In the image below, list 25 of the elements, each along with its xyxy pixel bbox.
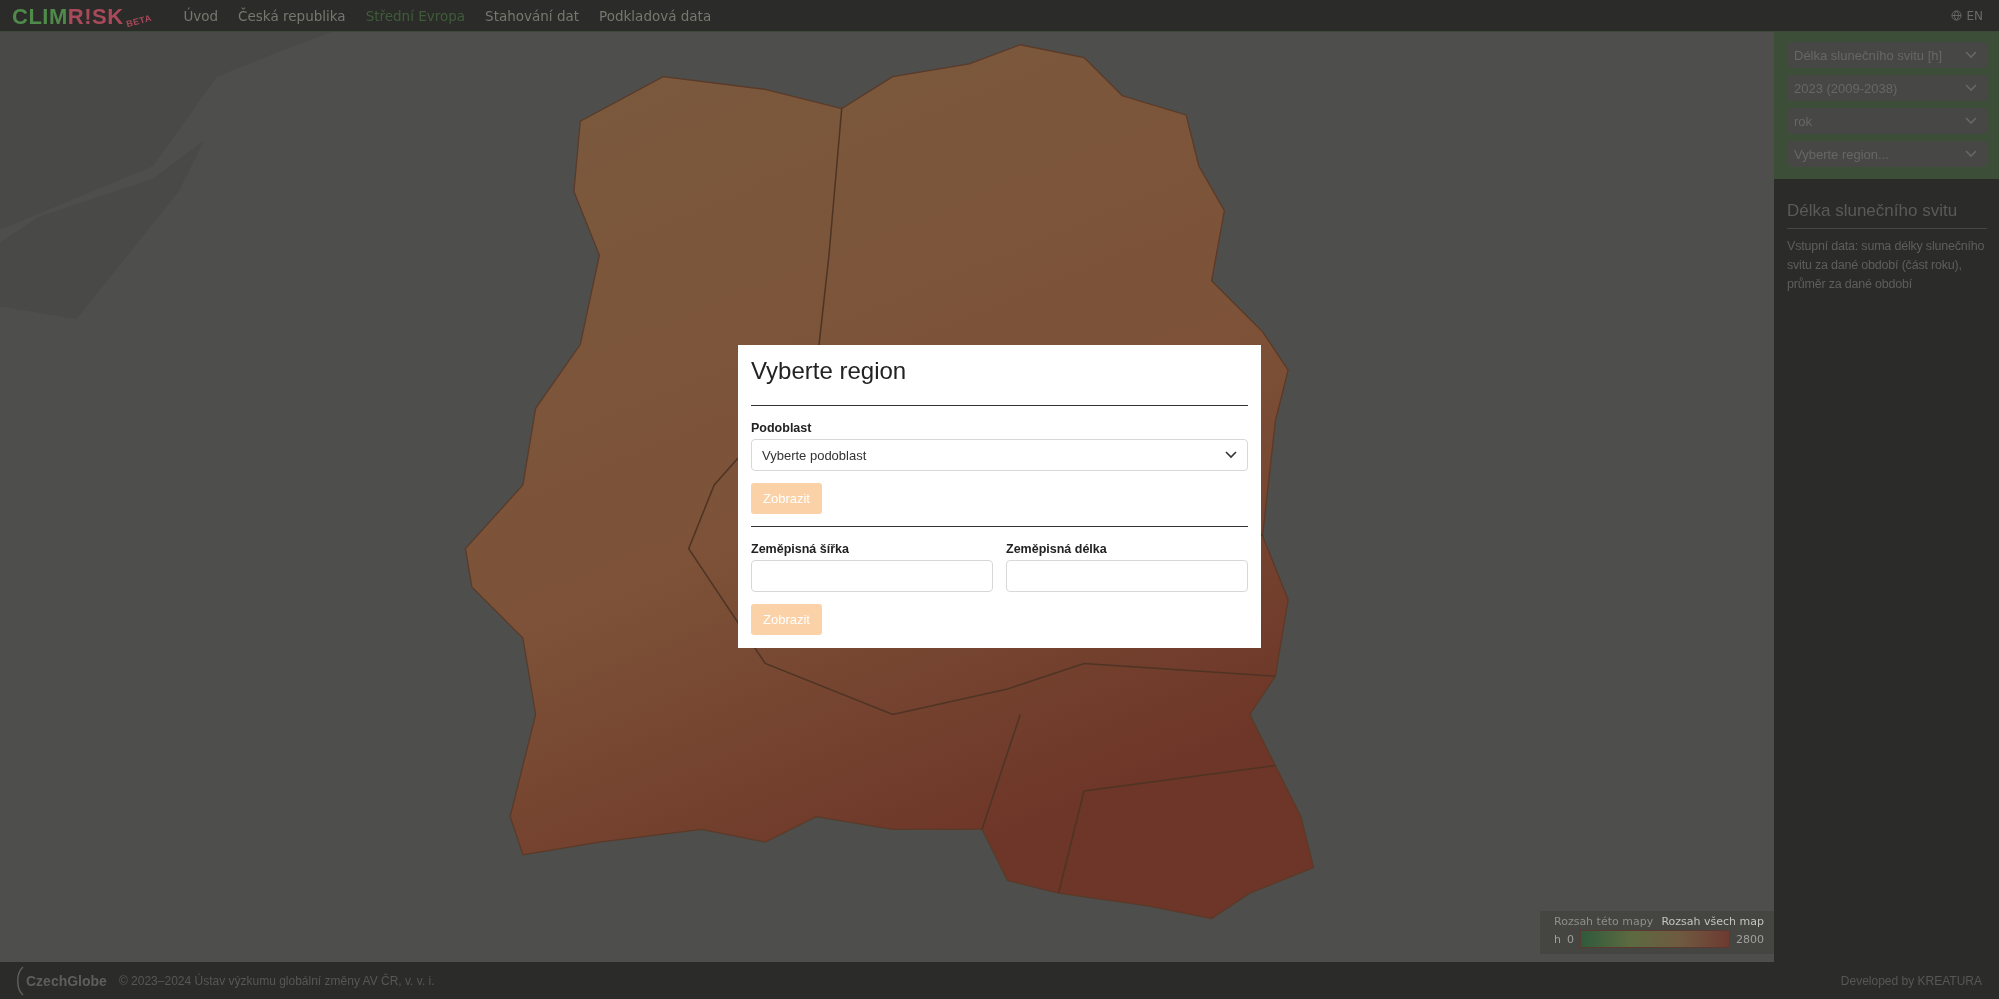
app-logo[interactable]: CLIMR!SK BETA [12,3,152,28]
legend-unit: h [1554,932,1561,946]
input-field[interactable] [751,560,993,592]
field-label: Zeměpisná délka [1006,542,1108,556]
language-link[interactable]: EN [1966,8,1983,23]
legend-max: 2800 [1736,932,1764,946]
nav-link[interactable]: Úvod [173,1,229,30]
legend-min: 0 [1567,932,1574,946]
chevron-down-icon [1965,150,1977,158]
select-field[interactable]: Vyberte podoblast [751,439,1248,471]
nav-link[interactable]: Stahování dat [475,1,590,30]
legend-range-toggle[interactable]: Rozsah této mapy [1554,915,1654,928]
field-label: Zeměpisná šířka [751,542,850,556]
nav-link[interactable]: Podkladová data [589,1,722,30]
chevron-down-icon [1965,117,1977,125]
chevron-down-icon [1965,84,1977,92]
modal-title: Vyberte region [751,357,908,386]
legend-range-toggle[interactable]: Rozsah všech map [1661,915,1764,928]
chevron-down-icon [1965,51,1977,59]
nav-link[interactable]: Česká republika [228,1,356,30]
arc-icon [14,965,24,996]
input-field[interactable] [1006,560,1248,592]
chevron-down-icon [1225,451,1237,459]
field-label: Podoblast [751,421,813,435]
globe-icon [1951,10,1963,21]
